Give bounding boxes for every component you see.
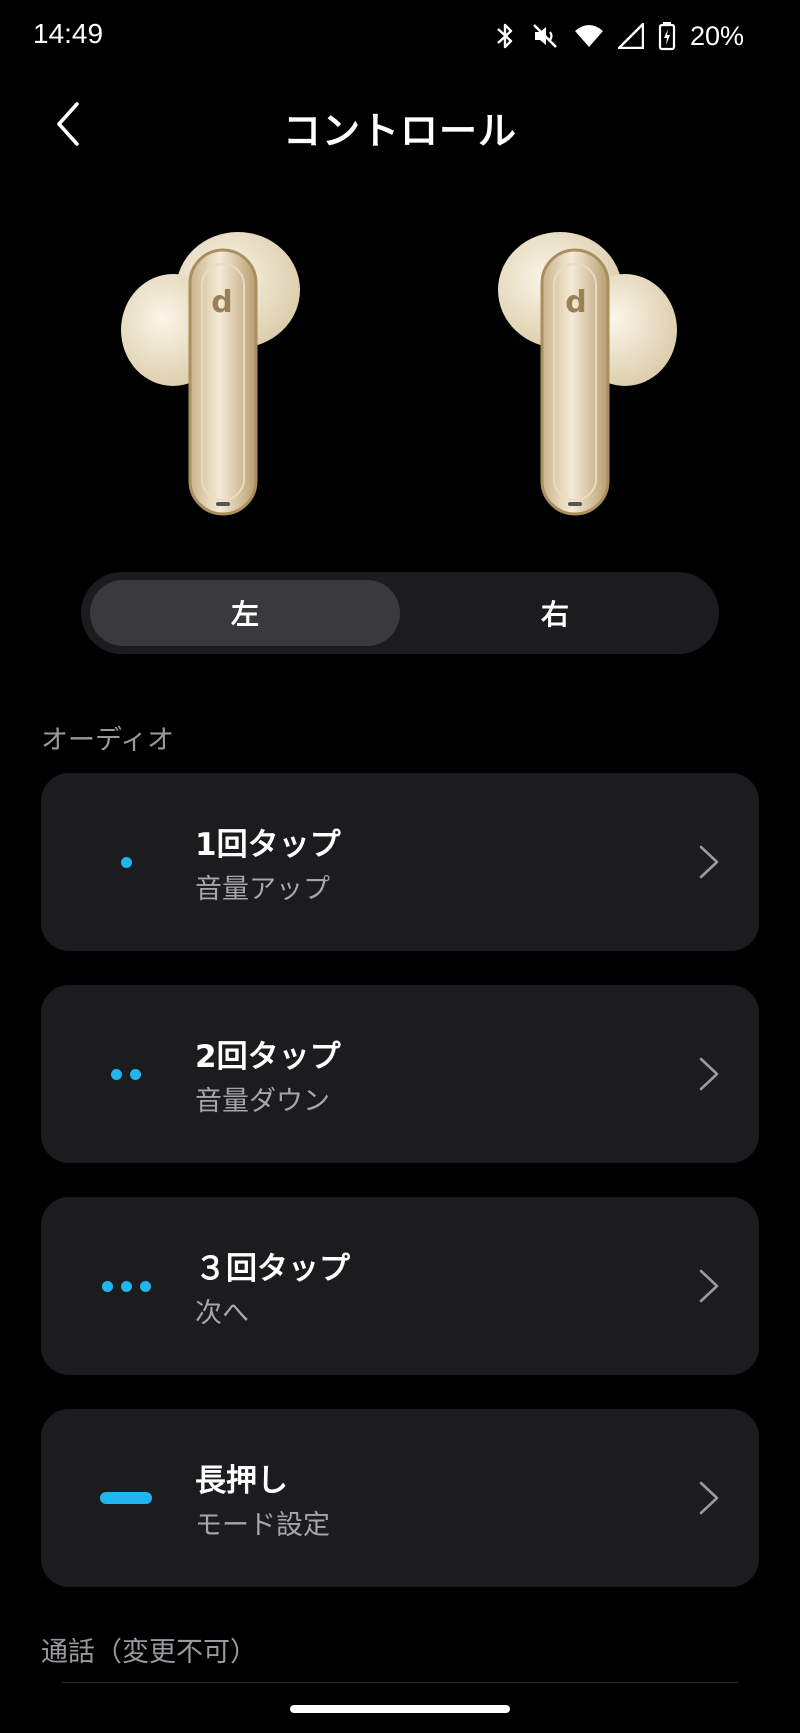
battery-percentage: 20%	[689, 20, 744, 51]
status-icons: 20%	[494, 18, 744, 54]
home-indicator[interactable]	[290, 1705, 510, 1713]
segment-left[interactable]: 左	[90, 580, 400, 646]
chevron-right-icon	[699, 1269, 719, 1303]
control-title: 長押し	[195, 1463, 288, 1499]
control-title: ３回タップ	[195, 1251, 350, 1287]
svg-text:d: d	[565, 285, 586, 320]
control-value: 音量アップ	[195, 874, 330, 905]
control-value: 次へ	[195, 1298, 249, 1329]
control-title: 2回タップ	[195, 1039, 341, 1075]
bluetooth-icon	[494, 21, 516, 51]
wifi-icon	[574, 23, 604, 49]
section-label-call: 通話（変更不可）	[41, 1637, 257, 1668]
divider	[62, 1682, 738, 1683]
control-value: モード設定	[195, 1510, 330, 1541]
double-dot-icon	[91, 1049, 161, 1099]
chevron-right-icon	[699, 1057, 719, 1091]
header: コントロール	[0, 86, 800, 166]
control-card-single-tap[interactable]: 1回タップ 音量アップ	[41, 773, 759, 951]
side-selector: 左 右	[81, 572, 719, 654]
chevron-right-icon	[699, 845, 719, 879]
single-dot-icon	[91, 837, 161, 887]
control-card-double-tap[interactable]: 2回タップ 音量ダウン	[41, 985, 759, 1163]
battery-charging-icon	[658, 21, 676, 51]
status-time: 14:49	[33, 18, 104, 49]
section-label-audio: オーディオ	[41, 725, 175, 756]
signal-icon	[617, 23, 644, 49]
mute-icon	[530, 21, 560, 51]
svg-text:d: d	[211, 285, 232, 320]
chevron-right-icon	[699, 1481, 719, 1515]
left-earbud-image: d	[121, 232, 300, 516]
right-earbud-image: d	[498, 232, 677, 516]
triple-dot-icon	[91, 1261, 161, 1311]
control-title: 1回タップ	[195, 827, 341, 863]
page-title: コントロール	[282, 109, 517, 153]
control-card-long-press[interactable]: 長押し モード設定	[41, 1409, 759, 1587]
status-bar: 14:49 20%	[0, 0, 800, 72]
long-press-icon	[91, 1473, 161, 1523]
segment-right[interactable]: 右	[400, 580, 710, 646]
control-card-triple-tap[interactable]: ３回タップ 次へ	[41, 1197, 759, 1375]
earbuds-image: d d	[0, 230, 800, 530]
control-value: 音量ダウン	[195, 1086, 330, 1117]
